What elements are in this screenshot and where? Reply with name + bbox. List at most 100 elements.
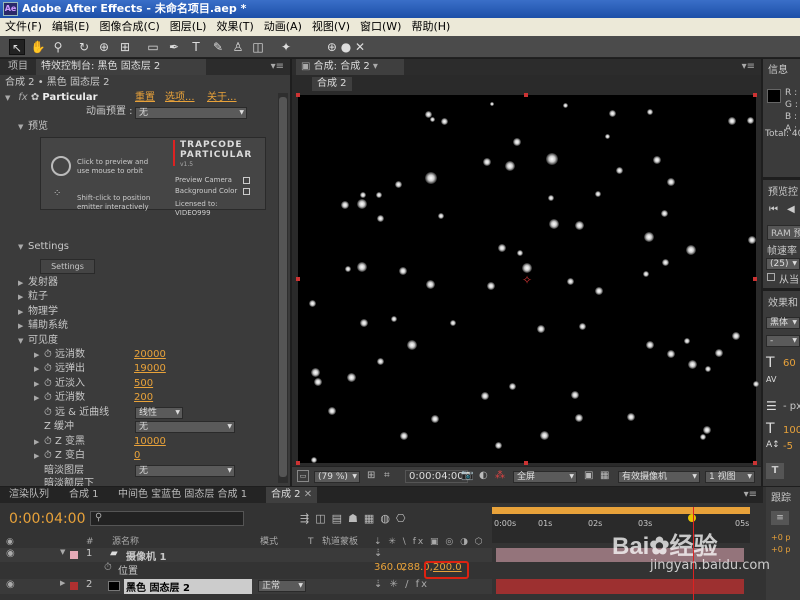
settings-button[interactable]: Settings bbox=[40, 259, 95, 274]
prop-far-start-value[interactable]: 19000 bbox=[134, 362, 166, 376]
tab-composition[interactable]: ▣ 合成: 合成 2 ▾ bbox=[296, 59, 404, 75]
group-visibility[interactable]: ▼ 可见度 bbox=[18, 334, 58, 348]
expand-icon[interactable]: ▶ bbox=[60, 579, 65, 587]
close-tab-icon[interactable]: ✕ bbox=[304, 489, 312, 500]
menu-window[interactable]: 窗口(W) bbox=[355, 18, 406, 36]
eye-icon[interactable]: ◉ bbox=[6, 548, 15, 559]
group-physics[interactable]: ▶ 物理学 bbox=[18, 305, 58, 319]
shy-switch-icon[interactable]: ⇣ bbox=[374, 548, 382, 559]
stopwatch-icon[interactable]: ⏱ bbox=[44, 378, 52, 389]
group-aux[interactable]: ▶ 辅助系统 bbox=[18, 319, 68, 333]
font-size-value[interactable]: 60 bbox=[783, 358, 796, 369]
layer-handle[interactable] bbox=[753, 93, 757, 97]
hand-tool-icon[interactable]: ✋ bbox=[30, 39, 46, 55]
layer-row-solid[interactable]: ◉ ▶ 2 黑色 固态层 2 正常 ⇣ ✳ / fx bbox=[0, 579, 492, 594]
pen-tool-icon[interactable]: ✒ bbox=[166, 39, 182, 55]
obscure-dropdown[interactable]: 无 bbox=[135, 465, 235, 477]
tab-comp2[interactable]: 合成 2 ✕ bbox=[266, 487, 318, 503]
baseline-value[interactable]: -5 bbox=[783, 441, 793, 452]
zoom-dropdown[interactable]: (79 %) bbox=[314, 471, 360, 483]
comp-panel-menu-icon[interactable]: ▾≡ bbox=[742, 59, 755, 75]
group-emitter[interactable]: ▶ 发射器 bbox=[18, 276, 58, 290]
blend-mode-dropdown[interactable]: 正常 bbox=[258, 580, 306, 592]
falloff-dropdown[interactable]: 线性 bbox=[135, 407, 183, 419]
work-area-bar[interactable] bbox=[492, 507, 750, 514]
tab-render-queue[interactable]: 渲染队列 bbox=[4, 487, 54, 503]
live-update-icon[interactable]: ◫ bbox=[315, 512, 331, 525]
reset-link[interactable]: 重置 bbox=[135, 91, 155, 105]
text-tool-icon[interactable]: T bbox=[188, 39, 204, 55]
leading-value[interactable]: 100 bbox=[783, 425, 800, 436]
layer-handle[interactable] bbox=[524, 93, 528, 97]
layer-handle[interactable] bbox=[296, 93, 300, 97]
layer-bar-solid[interactable] bbox=[496, 579, 744, 594]
menu-layer[interactable]: 图层(L) bbox=[165, 18, 212, 36]
particular-preview-box[interactable]: Click to preview and use mouse to orbit … bbox=[40, 137, 266, 217]
snapshot-icon[interactable]: 📷 bbox=[461, 470, 473, 481]
tab-comp1[interactable]: 合成 1 bbox=[64, 487, 104, 503]
collapse-icon[interactable]: ▼ bbox=[5, 91, 15, 105]
stopwatch-icon[interactable]: ⏱ bbox=[44, 450, 52, 461]
label-color[interactable] bbox=[70, 551, 78, 559]
region-icon[interactable]: ▣ bbox=[584, 470, 593, 481]
shy-icon[interactable]: ☗ bbox=[348, 512, 364, 525]
views-dropdown[interactable]: 1 视图 bbox=[705, 471, 755, 483]
zbuffer-dropdown[interactable]: 无 bbox=[135, 421, 235, 433]
resolution-dropdown[interactable]: 全屏 bbox=[513, 471, 577, 483]
preview-group[interactable]: ▼ 预览 bbox=[18, 120, 48, 134]
timeline-menu-icon[interactable]: ▾≡ bbox=[744, 487, 757, 503]
first-frame-icon[interactable]: ⏮ bbox=[769, 204, 778, 215]
grid-icon[interactable]: ⌗ bbox=[384, 470, 390, 481]
panel-menu-icon[interactable]: ▾≡ bbox=[271, 59, 284, 75]
layer-switch-icons[interactable]: ⇣ ✳ / fx bbox=[374, 579, 429, 590]
group-particle[interactable]: ▶ 粒子 bbox=[18, 290, 48, 304]
faux-bold-button[interactable]: T bbox=[766, 463, 784, 479]
current-time-display[interactable]: 0:00:04:00 bbox=[405, 470, 468, 483]
comp-mini-flowchart-icon[interactable]: ⇶ bbox=[300, 512, 315, 525]
left-scrollbar[interactable] bbox=[278, 93, 288, 483]
comp-subtab[interactable]: 合成 2 bbox=[312, 77, 352, 91]
stopwatch-icon[interactable]: ⏱ bbox=[44, 436, 52, 447]
menu-composition[interactable]: 图像合成(C) bbox=[94, 18, 164, 36]
zoom-tool-icon[interactable]: ⚲ bbox=[50, 39, 66, 55]
align-left-icon[interactable]: ≡ bbox=[771, 511, 789, 525]
label-color[interactable] bbox=[70, 582, 78, 590]
rotate-tool-icon[interactable]: ↻ bbox=[76, 39, 92, 55]
menu-animation[interactable]: 动画(A) bbox=[259, 18, 307, 36]
tab-dropdown-icon[interactable]: ▾ bbox=[373, 61, 378, 72]
brush-tool-icon[interactable]: ✎ bbox=[210, 39, 226, 55]
font-style-dropdown[interactable]: - bbox=[766, 335, 800, 347]
playhead-icon[interactable] bbox=[688, 514, 696, 522]
stopwatch-icon[interactable]: ⏱ bbox=[104, 562, 112, 573]
pan-behind-icon[interactable]: ⊞ bbox=[117, 39, 133, 55]
show-snapshot-icon[interactable]: ◐ bbox=[479, 470, 488, 481]
font-dropdown[interactable]: 黑体 bbox=[766, 317, 800, 329]
anchor-crosshair-icon[interactable]: ✧ bbox=[522, 274, 532, 286]
tab-project[interactable]: 项目 bbox=[3, 59, 33, 75]
channel-icon[interactable]: ⁂ bbox=[495, 470, 505, 481]
stopwatch-icon[interactable]: ⏱ bbox=[44, 392, 52, 403]
left-scrollbar-thumb[interactable] bbox=[279, 97, 287, 477]
menu-edit[interactable]: 编辑(E) bbox=[47, 18, 95, 36]
from-current-checkbox[interactable] bbox=[767, 273, 775, 281]
draft3d-icon[interactable]: ▤ bbox=[332, 512, 348, 525]
clone-stamp-icon[interactable]: ♙ bbox=[230, 39, 246, 55]
layer-handle[interactable] bbox=[524, 461, 528, 465]
settings-group[interactable]: ▼ Settings bbox=[18, 240, 69, 254]
layer-handle[interactable] bbox=[753, 461, 757, 465]
layer-name[interactable]: 黑色 固态层 2 bbox=[124, 579, 252, 594]
always-preview-icon[interactable]: ▭ bbox=[297, 470, 309, 482]
about-link[interactable]: 关于... bbox=[207, 91, 237, 105]
eraser-tool-icon[interactable]: ◫ bbox=[250, 39, 266, 55]
background-color-checkbox[interactable] bbox=[243, 188, 250, 195]
motion-blur-icon[interactable]: ◍ bbox=[380, 512, 396, 525]
prop-near-fade-value[interactable]: 500 bbox=[134, 377, 153, 391]
timeline-current-time[interactable]: 0:00:04:00 bbox=[9, 511, 86, 527]
menu-effect[interactable]: 效果(T) bbox=[211, 18, 258, 36]
stroke-px[interactable]: - px bbox=[783, 401, 800, 412]
options-link[interactable]: 选项... bbox=[165, 91, 195, 105]
tab-solid-comp[interactable]: 中间色 宝蓝色 固态层 合成 1 bbox=[113, 487, 252, 503]
preview-camera-checkbox[interactable] bbox=[243, 177, 250, 184]
stopwatch-icon[interactable]: ⏱ bbox=[44, 349, 52, 360]
stopwatch-icon[interactable]: ⏱ bbox=[44, 363, 52, 374]
